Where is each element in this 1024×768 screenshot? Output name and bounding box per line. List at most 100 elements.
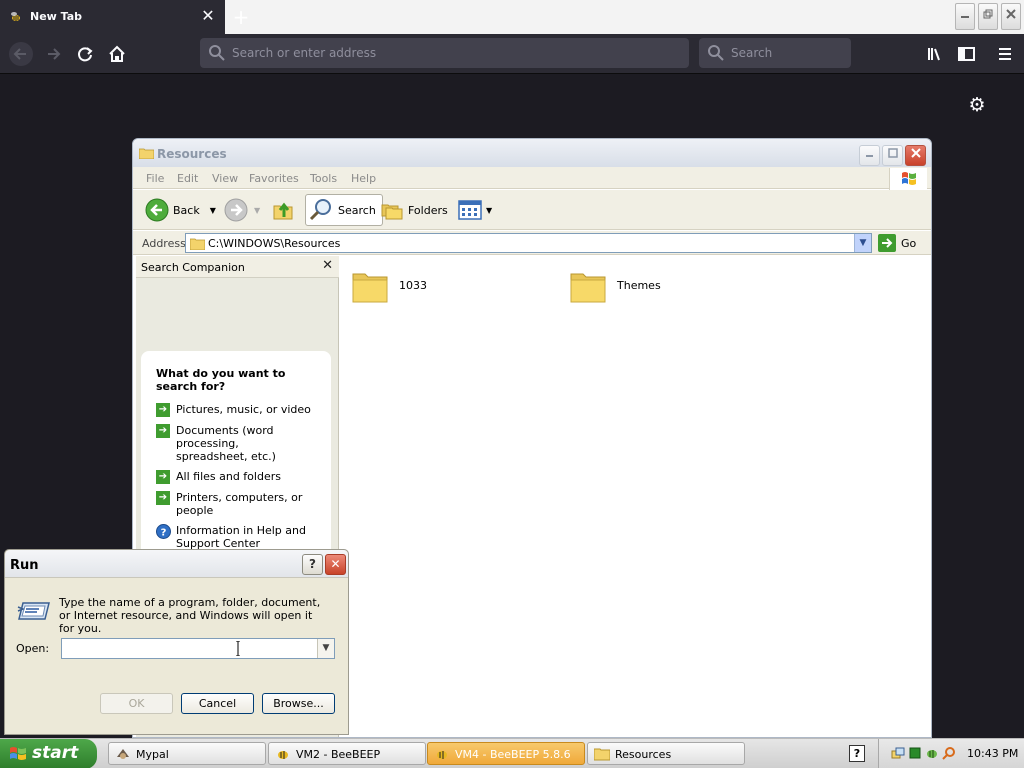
- up-folder-button[interactable]: [271, 194, 295, 226]
- clock: 10:43 PM: [967, 747, 1019, 760]
- forward-button[interactable]: ▼: [224, 194, 260, 226]
- bee-icon: [437, 751, 447, 759]
- explorer-toolbar: Back ▼ ▼ Search Folders ▼: [133, 190, 931, 230]
- sidebar-icon[interactable]: [953, 41, 979, 67]
- new-tab-button[interactable]: +: [230, 7, 252, 27]
- minimize-button[interactable]: [859, 145, 880, 166]
- task-label: Mypal: [136, 748, 169, 761]
- start-label: start: [32, 743, 79, 763]
- run-titlebar[interactable]: Run ? ✕: [5, 550, 348, 578]
- url-input[interactable]: Search or enter address: [200, 38, 689, 68]
- green-arrow-icon: ➔: [156, 424, 170, 438]
- restore-window-button[interactable]: [978, 3, 998, 30]
- minimize-window-button[interactable]: [955, 3, 975, 30]
- dropdown-arrow-icon[interactable]: ▼: [254, 206, 260, 215]
- views-button[interactable]: ▼: [458, 194, 492, 226]
- search-input[interactable]: Search: [699, 38, 851, 68]
- go-label: Go: [901, 236, 917, 250]
- option-label: All files and folders: [176, 470, 281, 483]
- dropdown-arrow-icon[interactable]: ▼: [210, 206, 216, 215]
- green-arrow-icon: ➔: [156, 491, 170, 505]
- browse-button[interactable]: Browse...: [262, 693, 335, 714]
- search-question: What do you want to search for?: [156, 367, 286, 393]
- run-dialog: Run ? ✕ Type the name of a program, fold…: [4, 549, 349, 735]
- back-arrow-icon: [145, 198, 169, 222]
- option-label: Documents (word processing, spreadsheet,…: [176, 424, 276, 463]
- back-label: Back: [173, 203, 200, 217]
- reload-icon[interactable]: [72, 41, 98, 67]
- tab-title: New Tab: [30, 10, 83, 23]
- svg-text:?: ?: [161, 528, 167, 539]
- cancel-button[interactable]: Cancel: [181, 693, 254, 714]
- search-icon: [209, 45, 225, 61]
- folders-button[interactable]: Folders: [380, 194, 448, 226]
- folder-name: 1033: [399, 279, 427, 292]
- maximize-icon: [887, 148, 898, 158]
- taskbar-item-vm4-beebeep[interactable]: VM4 - BeeBEEP 5.8.6: [427, 742, 585, 765]
- menu-bar: File Edit View Favorites Tools Help: [133, 167, 931, 190]
- restore-icon: [983, 9, 993, 19]
- green-square-icon[interactable]: [908, 746, 922, 760]
- chevron-down-icon[interactable]: ▼: [317, 639, 334, 658]
- close-icon[interactable]: ✕: [322, 258, 333, 273]
- search-tray-icon[interactable]: [942, 746, 956, 760]
- menu-tools[interactable]: Tools: [310, 172, 337, 185]
- menu-view[interactable]: View: [212, 172, 238, 185]
- network-icon[interactable]: [891, 746, 905, 760]
- tab-new-tab[interactable]: New Tab ✕: [0, 0, 225, 34]
- close-tab-icon[interactable]: ✕: [198, 6, 218, 26]
- folder-icon: [594, 748, 610, 761]
- taskbar-item-mypal[interactable]: Mypal: [108, 742, 266, 765]
- menu-file[interactable]: File: [146, 172, 164, 185]
- bee-icon: [11, 12, 20, 21]
- windows-flag-icon: [902, 172, 916, 185]
- folder-icon: [190, 238, 205, 250]
- home-icon[interactable]: [104, 41, 130, 67]
- close-window-button[interactable]: [1001, 3, 1021, 30]
- menu-edit[interactable]: Edit: [177, 172, 198, 185]
- back-icon[interactable]: [8, 41, 34, 67]
- search-companion-header: Search Companion ✕: [136, 256, 339, 278]
- task-label: Resources: [615, 748, 672, 761]
- taskbar-item-resources[interactable]: Resources: [587, 742, 745, 765]
- start-button[interactable]: start: [0, 739, 97, 768]
- address-label: Address: [142, 237, 186, 250]
- explorer-titlebar[interactable]: Resources: [133, 139, 931, 167]
- help-button[interactable]: ?: [302, 554, 323, 575]
- run-description: Type the name of a program, folder, docu…: [59, 596, 321, 635]
- close-button[interactable]: [905, 145, 926, 166]
- menu-icon[interactable]: [992, 41, 1018, 67]
- address-value: C:\WINDOWS\Resources: [208, 237, 341, 250]
- task-label: VM2 - BeeBEEP: [296, 748, 381, 761]
- folders-icon: [381, 204, 403, 220]
- search-button[interactable]: Search: [305, 194, 383, 226]
- beebeep-tray-icon[interactable]: [925, 746, 939, 760]
- chevron-down-icon[interactable]: ▼: [854, 234, 871, 252]
- folder-icon: [352, 273, 388, 303]
- magnifier-icon: [309, 199, 331, 221]
- menu-help[interactable]: Help: [351, 172, 376, 185]
- library-icon[interactable]: [922, 41, 948, 67]
- maximize-button[interactable]: [882, 145, 903, 166]
- close-button[interactable]: ✕: [325, 554, 346, 575]
- open-combobox[interactable]: ▼: [61, 638, 335, 659]
- mypal-icon: [117, 749, 129, 759]
- task-label: VM4 - BeeBEEP 5.8.6: [455, 748, 571, 761]
- close-icon: [1006, 9, 1016, 19]
- option-label: Pictures, music, or video: [176, 403, 311, 416]
- taskbar-item-vm2-beebeep[interactable]: VM2 - BeeBEEP: [268, 742, 426, 765]
- ok-button[interactable]: OK: [100, 693, 173, 714]
- address-input[interactable]: C:\WINDOWS\Resources ▼: [185, 233, 872, 253]
- menu-favorites[interactable]: Favorites: [249, 172, 299, 185]
- settings-gear-icon[interactable]: ⚙: [966, 94, 988, 116]
- minimize-icon: [961, 16, 969, 18]
- back-button[interactable]: Back ▼: [145, 194, 216, 226]
- dropdown-arrow-icon: ▼: [486, 205, 493, 215]
- open-input[interactable]: [64, 640, 314, 657]
- search-label: Search: [338, 203, 376, 217]
- help-tray-icon[interactable]: ?: [849, 745, 865, 762]
- open-label: Open:: [16, 642, 50, 655]
- forward-icon[interactable]: [40, 41, 66, 67]
- go-button[interactable]: Go: [878, 233, 916, 253]
- browser-toolbar: Search or enter address Search: [0, 34, 1024, 74]
